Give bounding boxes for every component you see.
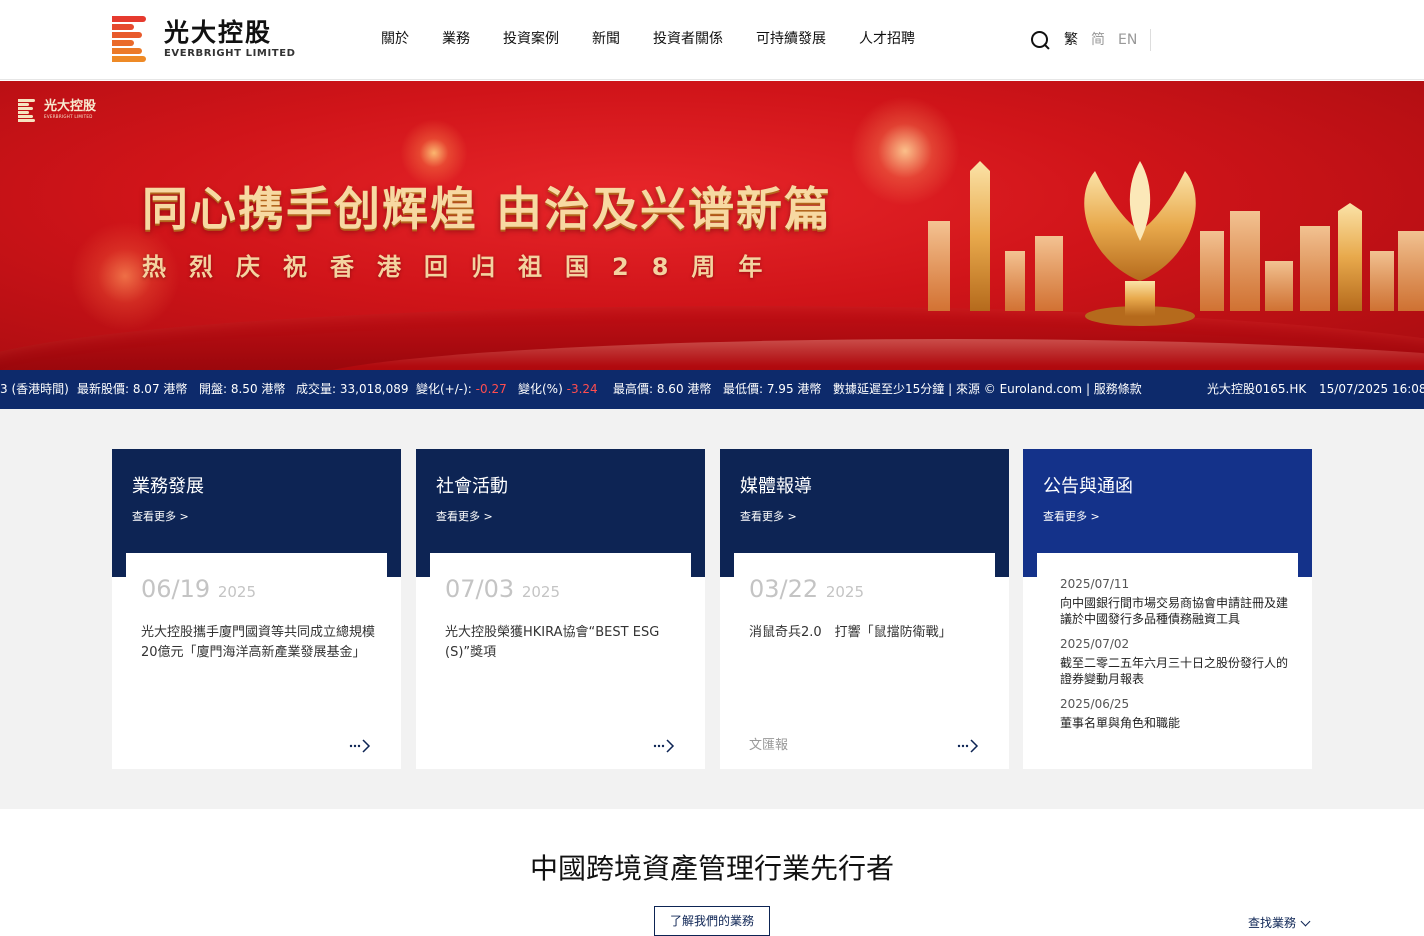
- arrow-right-icon[interactable]: [349, 737, 373, 755]
- nav-business[interactable]: 業務: [442, 30, 470, 48]
- arrow-right-icon[interactable]: [653, 737, 677, 755]
- card-date-md: 03/22: [749, 575, 819, 603]
- hero-banner[interactable]: 光大控股 EVERBRIGHT LIMITED 同心携手创辉煌 由治及兴谱新篇 …: [0, 81, 1424, 370]
- search-icon[interactable]: [1030, 30, 1050, 50]
- ticker-timezone: 3 (香港時間): [0, 382, 69, 396]
- card-headline[interactable]: 光大控股攜手廈門國資等共同成立總規模20億元「廈門海洋高新產業發展基金」: [141, 623, 376, 663]
- card-date-year: 2025: [217, 583, 256, 601]
- announcement-item[interactable]: 2025/07/11 向中國銀行間市場交易商協會申請註冊及建議於中國發行多品種債…: [1060, 575, 1290, 627]
- announcement-item[interactable]: 2025/06/25 董事名單與角色和職能: [1060, 695, 1290, 731]
- hong-kong-skyline-illustration: [928, 161, 1424, 326]
- arrow-right-icon[interactable]: [957, 737, 981, 755]
- main-nav: 關於 業務 投資案例 新聞 投資者關係 可持續發展 人才招聘: [381, 30, 948, 48]
- card-date-md: 07/03: [445, 575, 515, 603]
- site-logo[interactable]: 光大控股 EVERBRIGHT LIMITED: [112, 16, 296, 62]
- card-date-md: 06/19: [141, 575, 211, 603]
- find-business-label: 查找業務: [1248, 916, 1297, 930]
- find-business-dropdown[interactable]: 查找業務: [1248, 915, 1311, 931]
- tools-divider: [1150, 29, 1152, 51]
- ticker-open: 開盤: 8.50 港幣: [199, 382, 286, 396]
- ticker-change-pct: 變化(%) -3.24: [518, 382, 598, 397]
- view-more-link[interactable]: 查看更多 >: [132, 509, 189, 525]
- stock-ticker: 3 (香港時間) 最新股價: 8.07 港幣 開盤: 8.50 港幣 成交量: …: [0, 370, 1424, 409]
- card-title: 公告與通函: [1043, 476, 1133, 497]
- ticker-change-label: 變化(+/-):: [416, 382, 472, 396]
- announcement-title[interactable]: 向中國銀行間市場交易商協會申請註冊及建議於中國發行多品種債務融資工具: [1060, 595, 1290, 627]
- announcement-item[interactable]: 2025/07/02 截至二零二五年六月三十日之股份發行人的證券變動月報表: [1060, 635, 1290, 687]
- nav-investor-relations[interactable]: 投資者關係: [653, 30, 723, 48]
- card-title: 社會活動: [436, 476, 508, 497]
- card-media-reports: 媒體報導 查看更多 > 03/22 2025 消鼠奇兵2.0 打響「鼠擋防衛戰」…: [720, 449, 1009, 769]
- card-date: 07/03 2025: [445, 573, 560, 608]
- lang-traditional[interactable]: 繁: [1064, 30, 1078, 50]
- ticker-symbol: 光大控股0165.HK: [1207, 382, 1307, 396]
- banner-logo-english: EVERBRIGHT LIMITED: [44, 114, 93, 119]
- ticker-volume: 成交量: 33,018,089: [296, 382, 409, 396]
- announcement-date: 2025/06/25: [1060, 697, 1130, 711]
- card-body[interactable]: 06/19 2025 光大控股攜手廈門國資等共同成立總規模20億元「廈門海洋高新…: [126, 553, 387, 769]
- ticker-low: 最低價: 7.95 港幣: [723, 382, 822, 396]
- card-announcements: 公告與通函 查看更多 > 2025/07/11 向中國銀行間市場交易商協會申請註…: [1023, 449, 1312, 769]
- ticker-change-pct-label: 變化(%): [518, 382, 563, 396]
- nav-news[interactable]: 新聞: [592, 30, 620, 48]
- site-header: 光大控股 EVERBRIGHT LIMITED 關於 業務 投資案例 新聞 投資…: [0, 0, 1424, 80]
- ticker-high: 最高價: 8.60 港幣: [613, 382, 712, 396]
- lang-english[interactable]: EN: [1118, 30, 1137, 50]
- ticker-change: 變化(+/-): -0.27: [416, 382, 507, 397]
- ticker-change-pct-value: -3.24: [566, 382, 598, 396]
- banner-logo-chinese: 光大控股: [44, 99, 97, 114]
- nav-careers[interactable]: 人才招聘: [859, 30, 915, 48]
- card-body[interactable]: 03/22 2025 消鼠奇兵2.0 打響「鼠擋防衛戰」 文匯報: [734, 553, 995, 769]
- card-title: 媒體報導: [740, 476, 812, 497]
- nav-sustainability[interactable]: 可持續發展: [756, 30, 826, 48]
- announcement-title[interactable]: 截至二零二五年六月三十日之股份發行人的證券變動月報表: [1060, 655, 1290, 687]
- section-slogan: 中國跨境資產管理行業先行者: [529, 852, 894, 885]
- card-business-development: 業務發展 查看更多 > 06/19 2025 光大控股攜手廈門國資等共同成立總規…: [112, 449, 401, 769]
- learn-business-button[interactable]: 了解我們的業務: [654, 906, 770, 936]
- banner-title: 同心携手创辉煌 由治及兴谱新篇: [142, 182, 833, 236]
- chevron-down-icon: [1300, 916, 1311, 926]
- announcement-date: 2025/07/02: [1060, 637, 1130, 651]
- nav-about[interactable]: 關於: [381, 30, 409, 48]
- nav-investment-cases[interactable]: 投資案例: [503, 30, 559, 48]
- ticker-disclaimer[interactable]: 數據延遲至少15分鐘 | 來源 © Euroland.com | 服務條款: [833, 382, 1142, 397]
- header-tools: 繁 简 EN: [1030, 28, 1152, 52]
- view-more-link[interactable]: 查看更多 >: [436, 509, 493, 525]
- card-headline[interactable]: 消鼠奇兵2.0 打響「鼠擋防衛戰」: [749, 623, 984, 643]
- card-date-year: 2025: [825, 583, 864, 601]
- lang-simplified[interactable]: 简: [1091, 30, 1105, 50]
- card-date: 03/22 2025: [749, 573, 864, 608]
- logo-english-name: EVERBRIGHT LIMITED: [164, 47, 296, 59]
- card-date: 06/19 2025: [141, 573, 256, 608]
- card-social-activities: 社會活動 查看更多 > 07/03 2025 光大控股榮獲HKIRA協會“BES…: [416, 449, 705, 769]
- ticker-datetime: 15/07/2025 16:08: [1319, 382, 1424, 396]
- banner-logo: 光大控股 EVERBRIGHT LIMITED: [18, 99, 97, 122]
- everbright-logo-icon: [112, 16, 146, 62]
- card-source: 文匯報: [749, 738, 789, 753]
- view-more-link[interactable]: 查看更多 >: [740, 509, 797, 525]
- announcement-list: 2025/07/11 向中國銀行間市場交易商協會申請註冊及建議於中國發行多品種債…: [1060, 575, 1290, 739]
- firework-decoration: [400, 119, 468, 187]
- announcement-date: 2025/07/11: [1060, 577, 1130, 591]
- everbright-logo-icon: [18, 99, 35, 122]
- card-title: 業務發展: [132, 476, 204, 497]
- card-headline[interactable]: 光大控股榮獲HKIRA協會“BEST ESG (S)”獎項: [445, 623, 680, 663]
- view-more-link[interactable]: 查看更多 >: [1043, 509, 1100, 525]
- announcement-title[interactable]: 董事名單與角色和職能: [1060, 715, 1290, 731]
- banner-subtitle: 热烈庆祝香港回归祖国28周年: [142, 253, 786, 281]
- card-body[interactable]: 07/03 2025 光大控股榮獲HKIRA協會“BEST ESG (S)”獎項: [430, 553, 691, 769]
- card-body: 2025/07/11 向中國銀行間市場交易商協會申請註冊及建議於中國發行多品種債…: [1037, 553, 1298, 769]
- card-date-year: 2025: [521, 583, 560, 601]
- news-cards-section: 業務發展 查看更多 > 06/19 2025 光大控股攜手廈門國資等共同成立總規…: [0, 409, 1424, 809]
- ticker-last-price: 最新股價: 8.07 港幣: [77, 382, 188, 396]
- ticker-change-value: -0.27: [475, 382, 507, 396]
- logo-chinese-name: 光大控股: [164, 17, 273, 47]
